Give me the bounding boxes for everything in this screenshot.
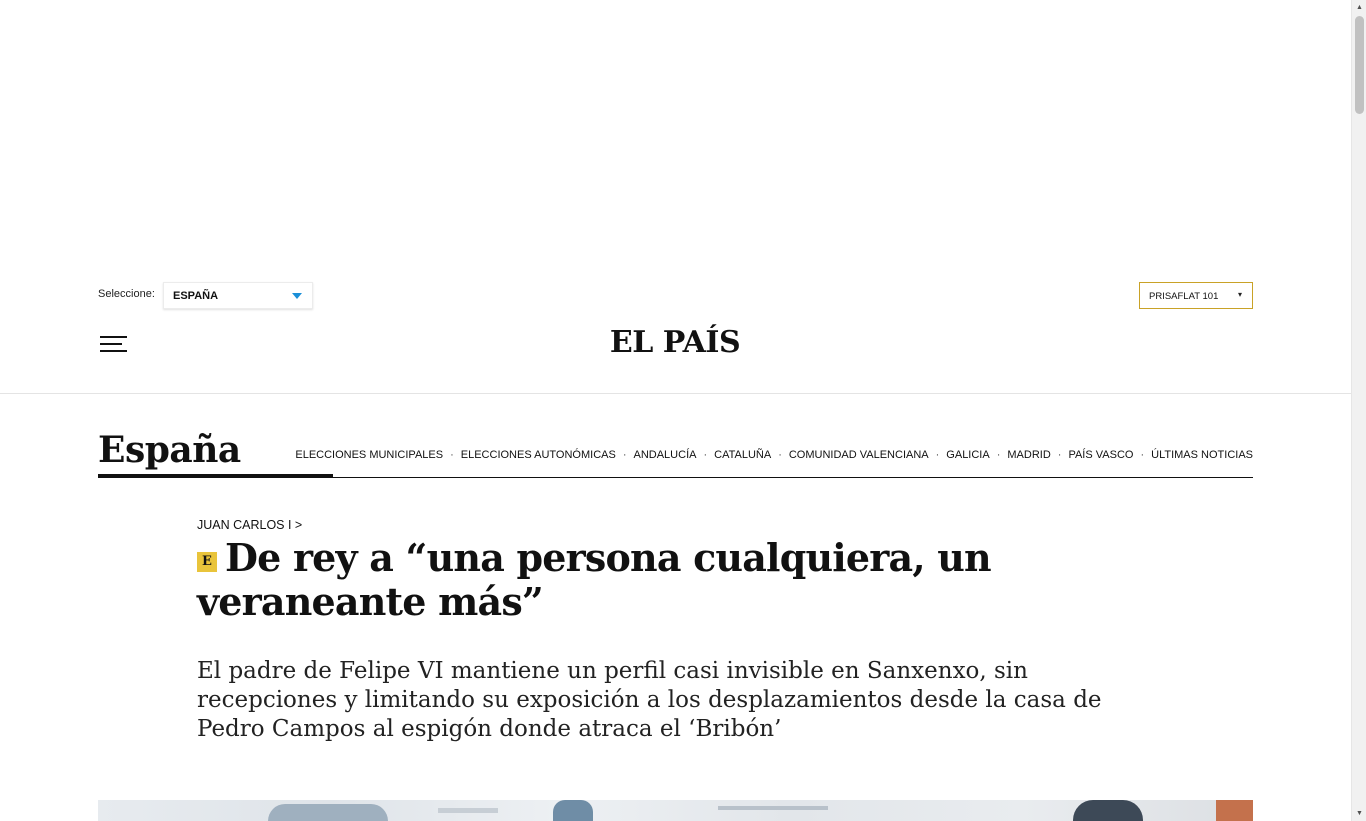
vertical-scrollbar[interactable]: ▲ ▼ <box>1351 0 1366 821</box>
nav-item-ultimas-noticias[interactable]: ÚLTIMAS NOTICIAS <box>1151 449 1253 461</box>
nav-item-pais-vasco[interactable]: PAÍS VASCO <box>1068 449 1133 461</box>
nav-item-comunidad-valenciana[interactable]: COMUNIDAD VALENCIANA <box>789 449 929 461</box>
edition-selected-value: ESPAÑA <box>173 290 219 302</box>
edition-select[interactable]: ESPAÑA <box>163 282 313 309</box>
nav-item-andalucia[interactable]: ANDALUCÍA <box>634 449 697 461</box>
image-detail <box>268 804 388 821</box>
edition-label: Seleccione: <box>98 288 155 300</box>
image-detail <box>438 808 498 813</box>
section-title[interactable]: España <box>98 429 241 471</box>
section-nav: ELECCIONES MUNICIPALES · ELECCIONES AUTO… <box>295 449 1253 461</box>
image-detail <box>1216 800 1253 821</box>
nav-separator: · <box>450 449 454 461</box>
nav-item-madrid[interactable]: MADRID <box>1007 449 1050 461</box>
scroll-down-arrow-icon[interactable]: ▼ <box>1352 806 1366 821</box>
header-divider <box>0 393 1351 394</box>
nav-item-elecciones-autonomicas[interactable]: ELECCIONES AUTONÓMICAS <box>461 449 616 461</box>
ad-space <box>0 0 1351 268</box>
image-detail <box>553 800 593 821</box>
nav-separator: · <box>703 449 708 461</box>
page: Seleccione: ESPAÑA PRISAFLAT 101 ▾ EL PA… <box>0 0 1351 821</box>
hamburger-menu-icon[interactable] <box>100 336 128 354</box>
image-detail <box>1073 800 1143 821</box>
article-subtitle: El padre de Felipe VI mantiene un perfil… <box>197 658 1102 742</box>
menu-line <box>100 350 127 352</box>
nav-item-cataluna[interactable]: CATALUÑA <box>714 449 771 461</box>
nav-separator: · <box>622 449 627 461</box>
triangle-down-icon <box>292 293 302 299</box>
site-logo[interactable]: EL PAÍS <box>600 325 750 360</box>
nav-separator: · <box>996 449 1001 461</box>
el-pais-premium-icon: E <box>197 552 217 572</box>
image-detail <box>718 806 828 810</box>
scroll-up-arrow-icon[interactable]: ▲ <box>1352 0 1366 15</box>
hero-image[interactable] <box>98 800 1253 821</box>
caret-down-icon: ▾ <box>1237 290 1242 299</box>
section-underline <box>98 474 333 478</box>
article-kicker[interactable]: JUAN CARLOS I > <box>197 518 302 532</box>
nav-item-elecciones-municipales[interactable]: ELECCIONES MUNICIPALES <box>295 449 443 461</box>
scrollbar-thumb[interactable] <box>1355 16 1364 114</box>
article-headline: E De rey a “una persona cualquiera, un ve… <box>197 536 997 624</box>
theme-select[interactable]: PRISAFLAT 101 ▾ <box>1139 282 1253 309</box>
nav-item-galicia[interactable]: GALICIA <box>946 449 989 461</box>
section-rule <box>333 477 1253 478</box>
headline-text: De rey a “una persona cualquiera, un ver… <box>197 535 992 624</box>
nav-separator: · <box>1057 449 1062 461</box>
nav-separator: · <box>778 449 782 461</box>
theme-selected-value: PRISAFLAT 101 <box>1149 291 1219 302</box>
menu-line <box>100 343 122 345</box>
menu-line <box>100 336 127 338</box>
nav-separator: · <box>1140 449 1145 461</box>
nav-separator: · <box>935 449 940 461</box>
